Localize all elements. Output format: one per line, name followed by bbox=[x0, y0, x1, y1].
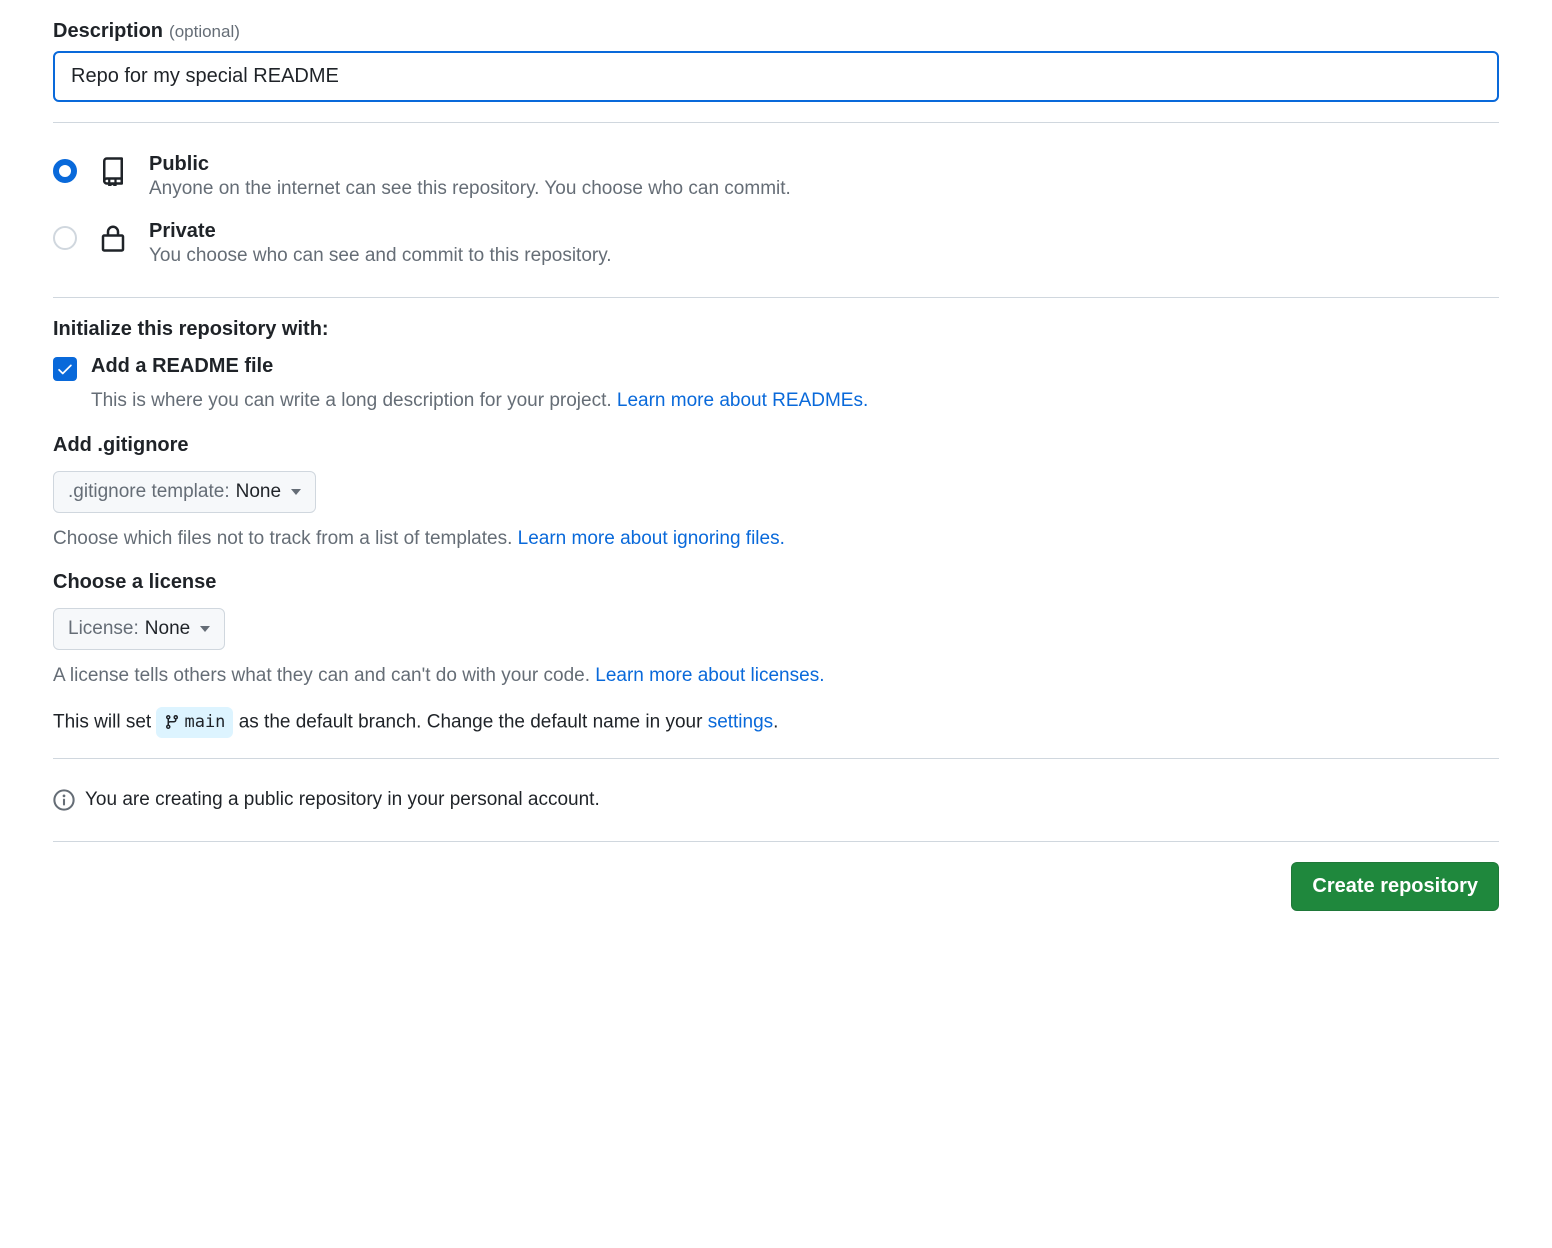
public-title: Public bbox=[149, 153, 791, 176]
visibility-private-row[interactable]: Private You choose who can see and commi… bbox=[53, 210, 1499, 277]
gitignore-heading: Add .gitignore bbox=[53, 434, 1499, 457]
repo-icon bbox=[97, 155, 129, 187]
license-dropdown[interactable]: License: None bbox=[53, 608, 225, 650]
readme-learn-more-link[interactable]: Learn more about READMEs. bbox=[617, 390, 868, 411]
settings-link[interactable]: settings bbox=[708, 711, 773, 732]
visibility-group: Public Anyone on the internet can see th… bbox=[53, 143, 1499, 277]
initialize-heading: Initialize this repository with: bbox=[53, 318, 1499, 341]
gitignore-desc: Choose which files not to track from a l… bbox=[53, 525, 1499, 554]
visibility-public-row[interactable]: Public Anyone on the internet can see th… bbox=[53, 143, 1499, 210]
branch-name: main bbox=[184, 709, 225, 736]
public-text: Public Anyone on the internet can see th… bbox=[149, 153, 791, 200]
caret-down-icon bbox=[200, 626, 210, 632]
git-branch-icon bbox=[164, 714, 180, 730]
create-repository-button[interactable]: Create repository bbox=[1291, 862, 1499, 911]
submit-row: Create repository bbox=[53, 862, 1499, 911]
branch-badge: main bbox=[156, 707, 233, 738]
divider bbox=[53, 122, 1499, 123]
description-group: Description (optional) bbox=[53, 20, 1499, 102]
description-optional: (optional) bbox=[169, 22, 240, 42]
gitignore-value: None bbox=[236, 481, 281, 503]
readme-row[interactable]: Add a README file bbox=[53, 355, 1499, 381]
description-label: Description bbox=[53, 20, 163, 43]
divider bbox=[53, 841, 1499, 842]
license-prefix: License: bbox=[68, 618, 139, 640]
description-input[interactable] bbox=[53, 51, 1499, 102]
readme-checkbox[interactable] bbox=[53, 357, 77, 381]
initialize-section: Initialize this repository with: Add a R… bbox=[53, 318, 1499, 738]
description-label-row: Description (optional) bbox=[53, 20, 1499, 43]
gitignore-dropdown[interactable]: .gitignore template: None bbox=[53, 471, 316, 513]
license-learn-more-link[interactable]: Learn more about licenses. bbox=[595, 665, 824, 686]
license-heading: Choose a license bbox=[53, 571, 1499, 594]
public-desc: Anyone on the internet can see this repo… bbox=[149, 178, 791, 200]
radio-public[interactable] bbox=[53, 159, 77, 183]
lock-icon bbox=[97, 222, 129, 254]
private-text: Private You choose who can see and commi… bbox=[149, 220, 612, 267]
license-value: None bbox=[145, 618, 190, 640]
gitignore-learn-more-link[interactable]: Learn more about ignoring files. bbox=[518, 528, 785, 549]
readme-desc: This is where you can write a long descr… bbox=[91, 387, 1499, 416]
info-icon bbox=[53, 789, 75, 811]
gitignore-prefix: .gitignore template: bbox=[68, 481, 230, 503]
info-text: You are creating a public repository in … bbox=[85, 789, 600, 811]
divider bbox=[53, 758, 1499, 759]
caret-down-icon bbox=[291, 489, 301, 495]
radio-private[interactable] bbox=[53, 226, 77, 250]
private-desc: You choose who can see and commit to thi… bbox=[149, 245, 612, 267]
default-branch-text: This will set main as the default branch… bbox=[53, 707, 1499, 738]
info-row: You are creating a public repository in … bbox=[53, 779, 1499, 821]
readme-label: Add a README file bbox=[91, 355, 273, 378]
divider bbox=[53, 297, 1499, 298]
license-desc: A license tells others what they can and… bbox=[53, 662, 1499, 691]
private-title: Private bbox=[149, 220, 612, 243]
